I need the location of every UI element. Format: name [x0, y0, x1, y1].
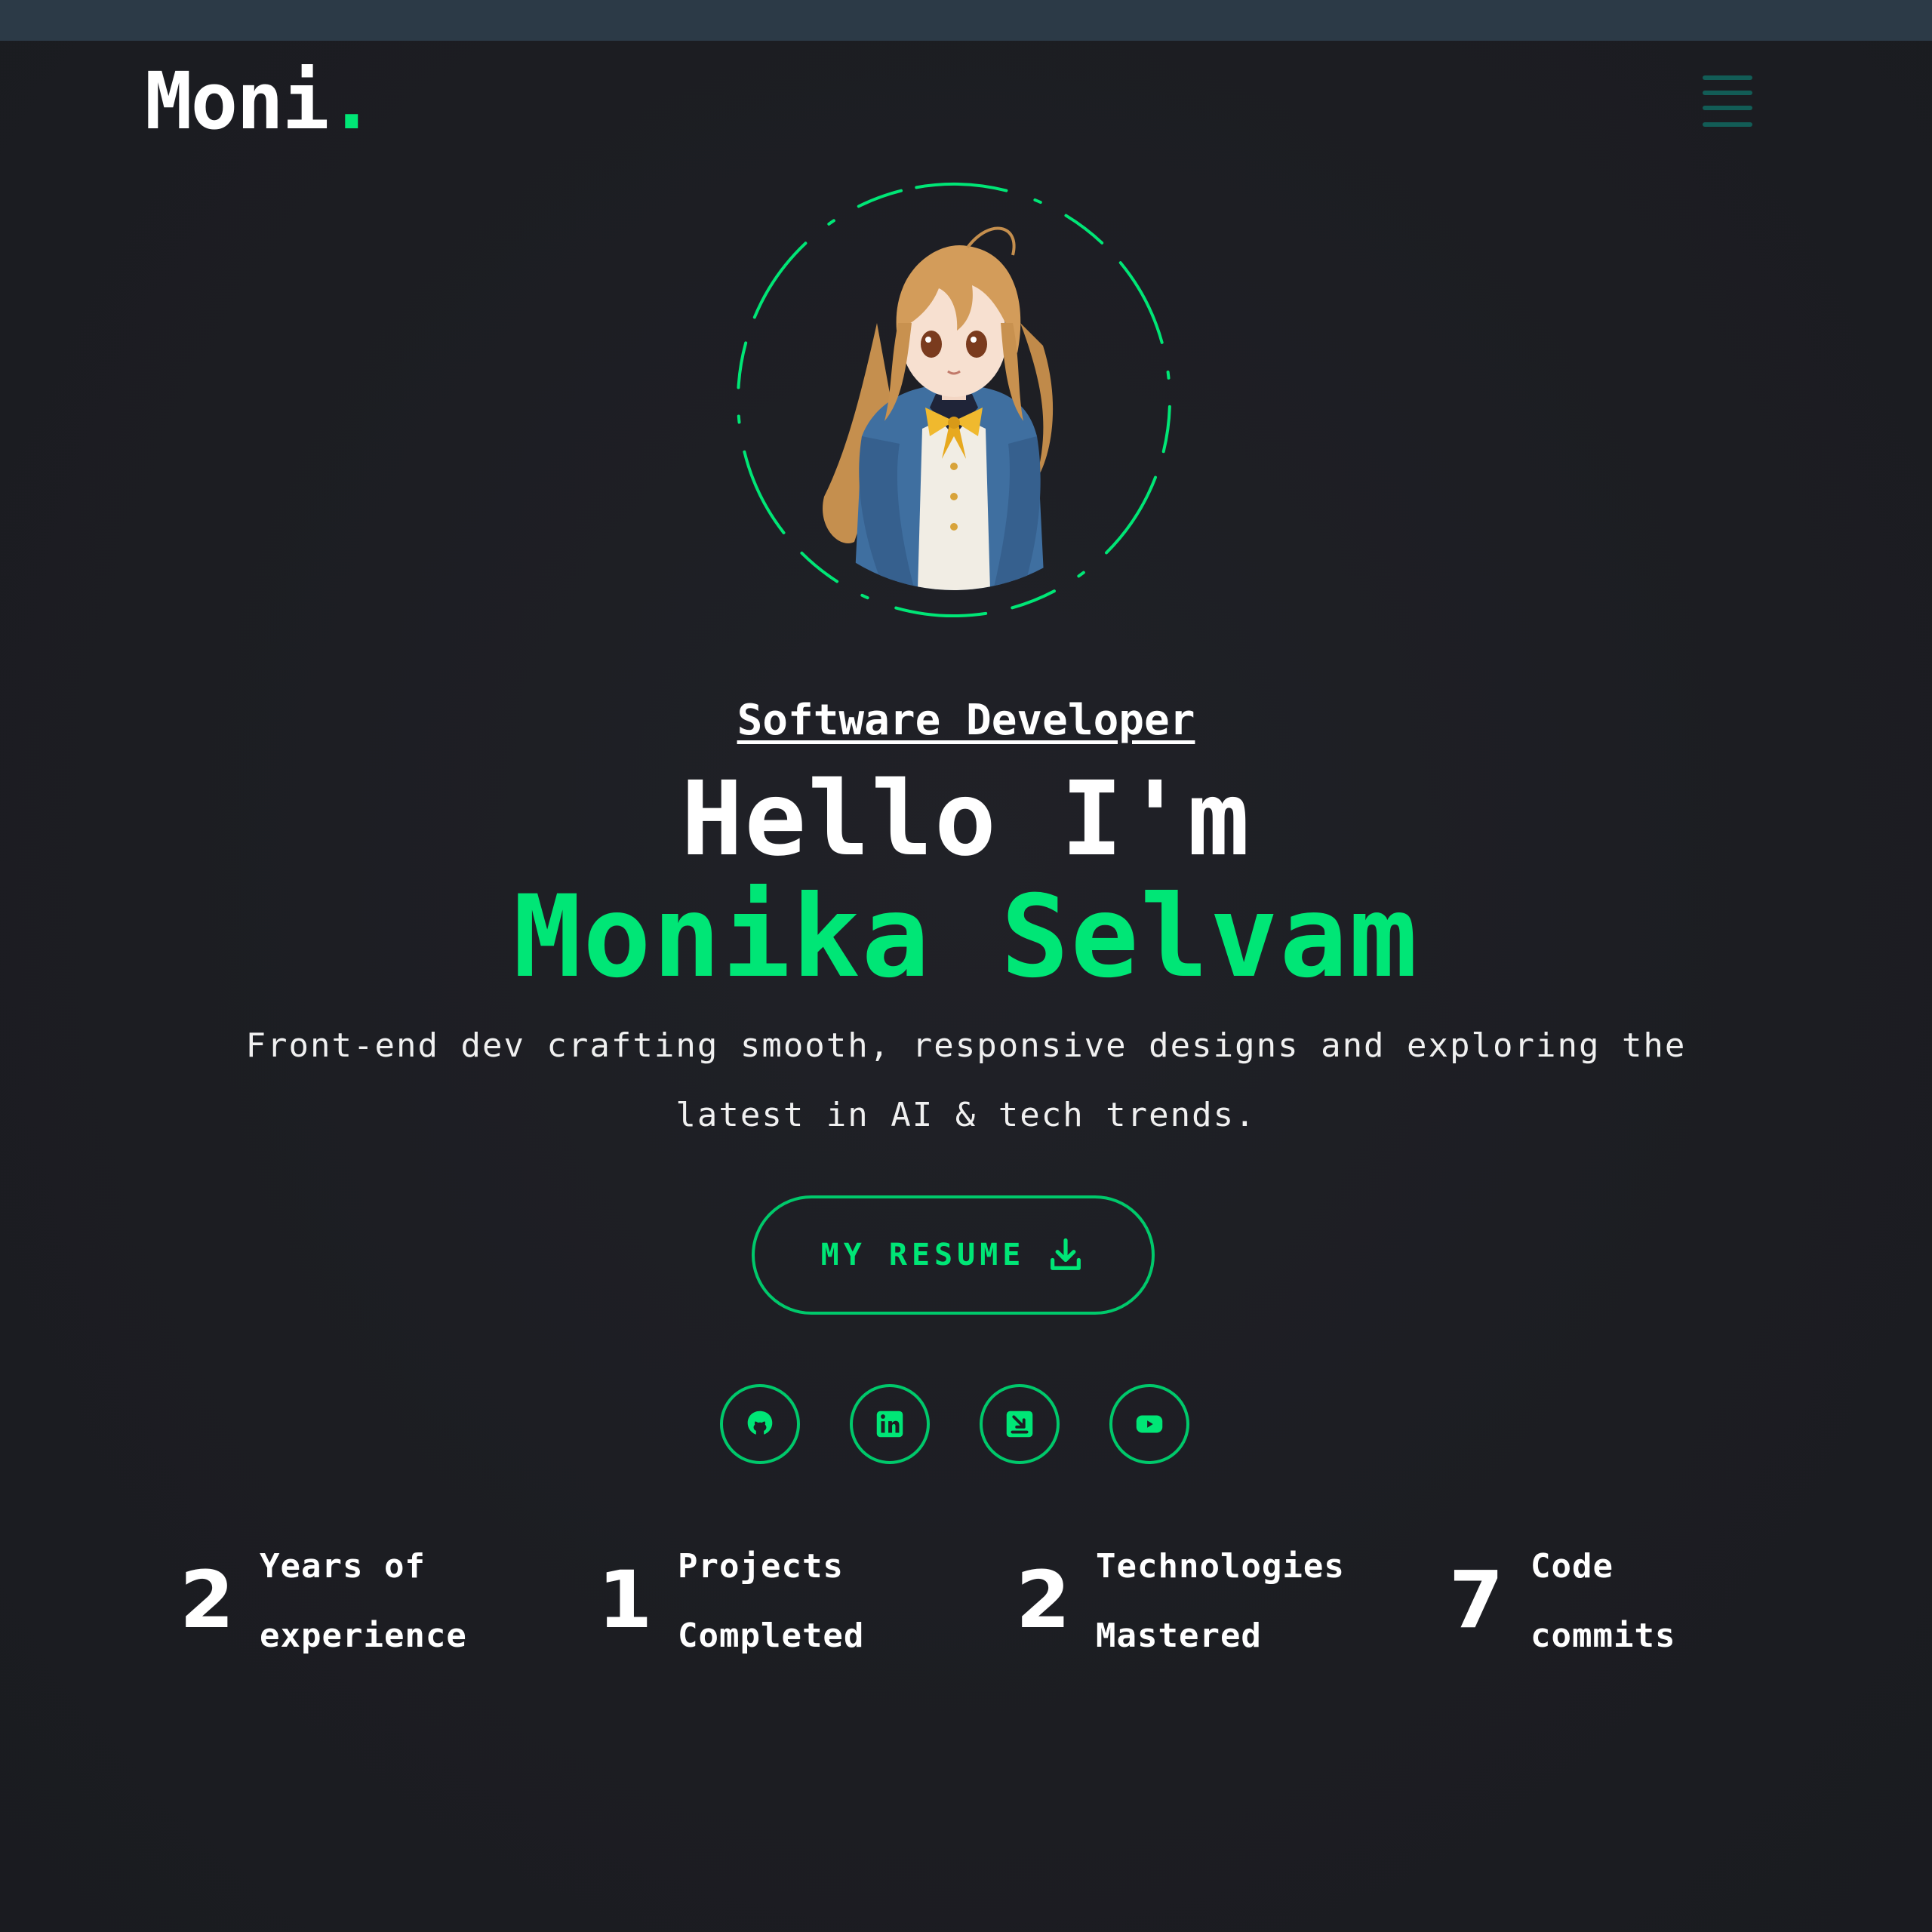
stat-commits: 7 Code commits [1449, 1532, 1766, 1655]
portfolio-page: Moni. Software Developer Hello I'm Monik… [0, 0, 1932, 1932]
stat-experience: 2 Years of experience [180, 1532, 497, 1655]
linkedin-icon [876, 1411, 903, 1438]
resume-button-label: MY RESUME [820, 1238, 1026, 1272]
stat-label: Years of experience [260, 1532, 531, 1671]
leetcode-link[interactable] [980, 1384, 1060, 1464]
stat-label-line2: Mastered [1096, 1617, 1262, 1655]
stat-number: 2 [1016, 1554, 1071, 1646]
stat-number: 2 [180, 1554, 235, 1646]
avatar-container [734, 180, 1174, 620]
greeting-heading: Hello I'm [681, 760, 1251, 879]
logo-text: Moni [145, 55, 329, 147]
stat-label-line1: Years of [260, 1547, 426, 1586]
avatar [823, 226, 1054, 590]
youtube-icon [1136, 1415, 1163, 1433]
linkedin-link[interactable] [850, 1384, 930, 1464]
github-link[interactable] [720, 1384, 800, 1464]
resume-button[interactable]: MY RESUME [752, 1195, 1155, 1315]
stat-label: Projects Completed [678, 1532, 949, 1671]
leetcode-icon [1006, 1411, 1033, 1438]
stat-label-line1: Technologies [1096, 1547, 1345, 1586]
stat-technologies: 2 Technologies Mastered [1016, 1532, 1371, 1655]
logo-dot: . [328, 55, 375, 147]
stat-label-line2: commits [1531, 1617, 1676, 1655]
stat-label: Code commits [1531, 1532, 1802, 1671]
social-links [720, 1384, 1189, 1464]
hamburger-menu-icon[interactable] [1703, 72, 1752, 133]
role-title: Software Developer [737, 696, 1195, 745]
stat-label-line2: experience [260, 1617, 467, 1655]
stat-label-line1: Code [1531, 1547, 1614, 1586]
youtube-link[interactable] [1109, 1384, 1189, 1464]
stat-projects: 1 Projects Completed [598, 1532, 915, 1655]
stat-number: 1 [598, 1554, 653, 1646]
name-heading: Monika Selvam [513, 872, 1419, 1003]
stat-label-line1: Projects [678, 1547, 844, 1586]
stat-number: 7 [1449, 1554, 1504, 1646]
logo[interactable]: Moni. [145, 62, 375, 140]
stat-label: Technologies Mastered [1096, 1532, 1398, 1671]
browser-top-bar [0, 0, 1932, 41]
github-icon [747, 1411, 773, 1435]
download-icon [1051, 1238, 1081, 1270]
stat-label-line2: Completed [678, 1617, 865, 1655]
tagline: Front-end dev crafting smooth, responsiv… [245, 1026, 1687, 1134]
